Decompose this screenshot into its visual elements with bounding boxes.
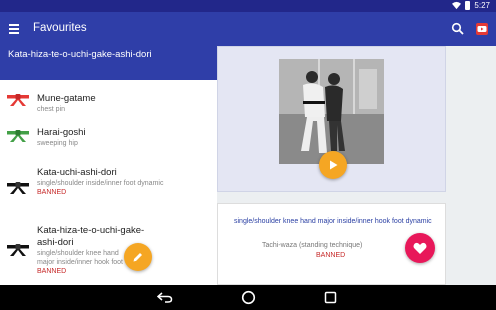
home-icon[interactable] bbox=[241, 290, 256, 305]
play-button[interactable] bbox=[319, 151, 347, 179]
wifi-icon bbox=[452, 1, 462, 10]
pencil-icon bbox=[133, 253, 142, 262]
status-time: 5:27 bbox=[474, 1, 490, 10]
menu-icon[interactable] bbox=[9, 24, 19, 34]
heart-icon bbox=[413, 242, 427, 254]
technique-list[interactable]: Mune-gatame chest pin Harai-goshi sweepi… bbox=[0, 80, 217, 285]
selected-technique-bar: Kata-hiza-te-o-uchi-gake-ashi-dori bbox=[0, 46, 217, 80]
belt-icon bbox=[7, 182, 29, 194]
status-bar: 5:27 bbox=[0, 0, 496, 12]
list-item-desc: sweeping hip bbox=[37, 140, 78, 147]
edit-button[interactable] bbox=[124, 243, 152, 271]
list-item[interactable]: Kata-uchi-ashi-dori single/shoulder insi… bbox=[0, 162, 217, 222]
video-thumbnail[interactable] bbox=[279, 59, 384, 164]
favourite-button[interactable] bbox=[405, 233, 435, 263]
list-item-name: Kata-uchi-ashi-dori bbox=[37, 167, 117, 178]
technique-category: Tachi-waza (standing technique) bbox=[262, 242, 363, 249]
list-item-desc: single/shoulder inside/inner foot dynami… bbox=[37, 180, 164, 187]
list-item[interactable]: Mune-gatame chest pin bbox=[0, 86, 217, 124]
search-icon[interactable] bbox=[451, 22, 465, 36]
battery-icon bbox=[465, 1, 471, 10]
technique-description: single/shoulder knee hand major inside/i… bbox=[234, 218, 432, 225]
belt-icon bbox=[7, 244, 29, 256]
banned-label: BANNED bbox=[37, 189, 67, 196]
list-item-name: Harai-goshi bbox=[37, 127, 86, 138]
banned-label: BANNED bbox=[37, 268, 67, 275]
belt-icon bbox=[7, 94, 29, 106]
youtube-icon[interactable] bbox=[475, 22, 489, 36]
video-card bbox=[217, 46, 446, 192]
list-item-desc: chest pin bbox=[37, 106, 66, 113]
recents-icon[interactable] bbox=[324, 291, 337, 304]
app-bar: Favourites bbox=[0, 12, 496, 46]
detail-pane: single/shoulder knee hand major inside/i… bbox=[217, 46, 496, 285]
list-item[interactable]: Harai-goshi sweeping hip bbox=[0, 124, 217, 162]
navigation-bar bbox=[0, 285, 496, 310]
back-icon[interactable] bbox=[157, 291, 173, 303]
play-icon bbox=[330, 160, 338, 170]
selected-technique-title: Kata-hiza-te-o-uchi-gake-ashi-dori bbox=[8, 49, 152, 60]
list-item[interactable]: Kata-hiza-te-o-uchi-gake-ashi-dori singl… bbox=[0, 222, 217, 285]
status-icons: 5:27 bbox=[452, 1, 490, 10]
technique-info-card: single/shoulder knee hand major inside/i… bbox=[217, 203, 446, 285]
belt-icon bbox=[7, 130, 29, 142]
list-item-desc: single/shoulder knee hand major inside/i… bbox=[37, 250, 123, 266]
banned-label: BANNED bbox=[316, 252, 346, 259]
app-title: Favourites bbox=[33, 22, 87, 34]
list-item-name: Mune-gatame bbox=[37, 93, 96, 104]
judo-photo bbox=[279, 59, 384, 164]
